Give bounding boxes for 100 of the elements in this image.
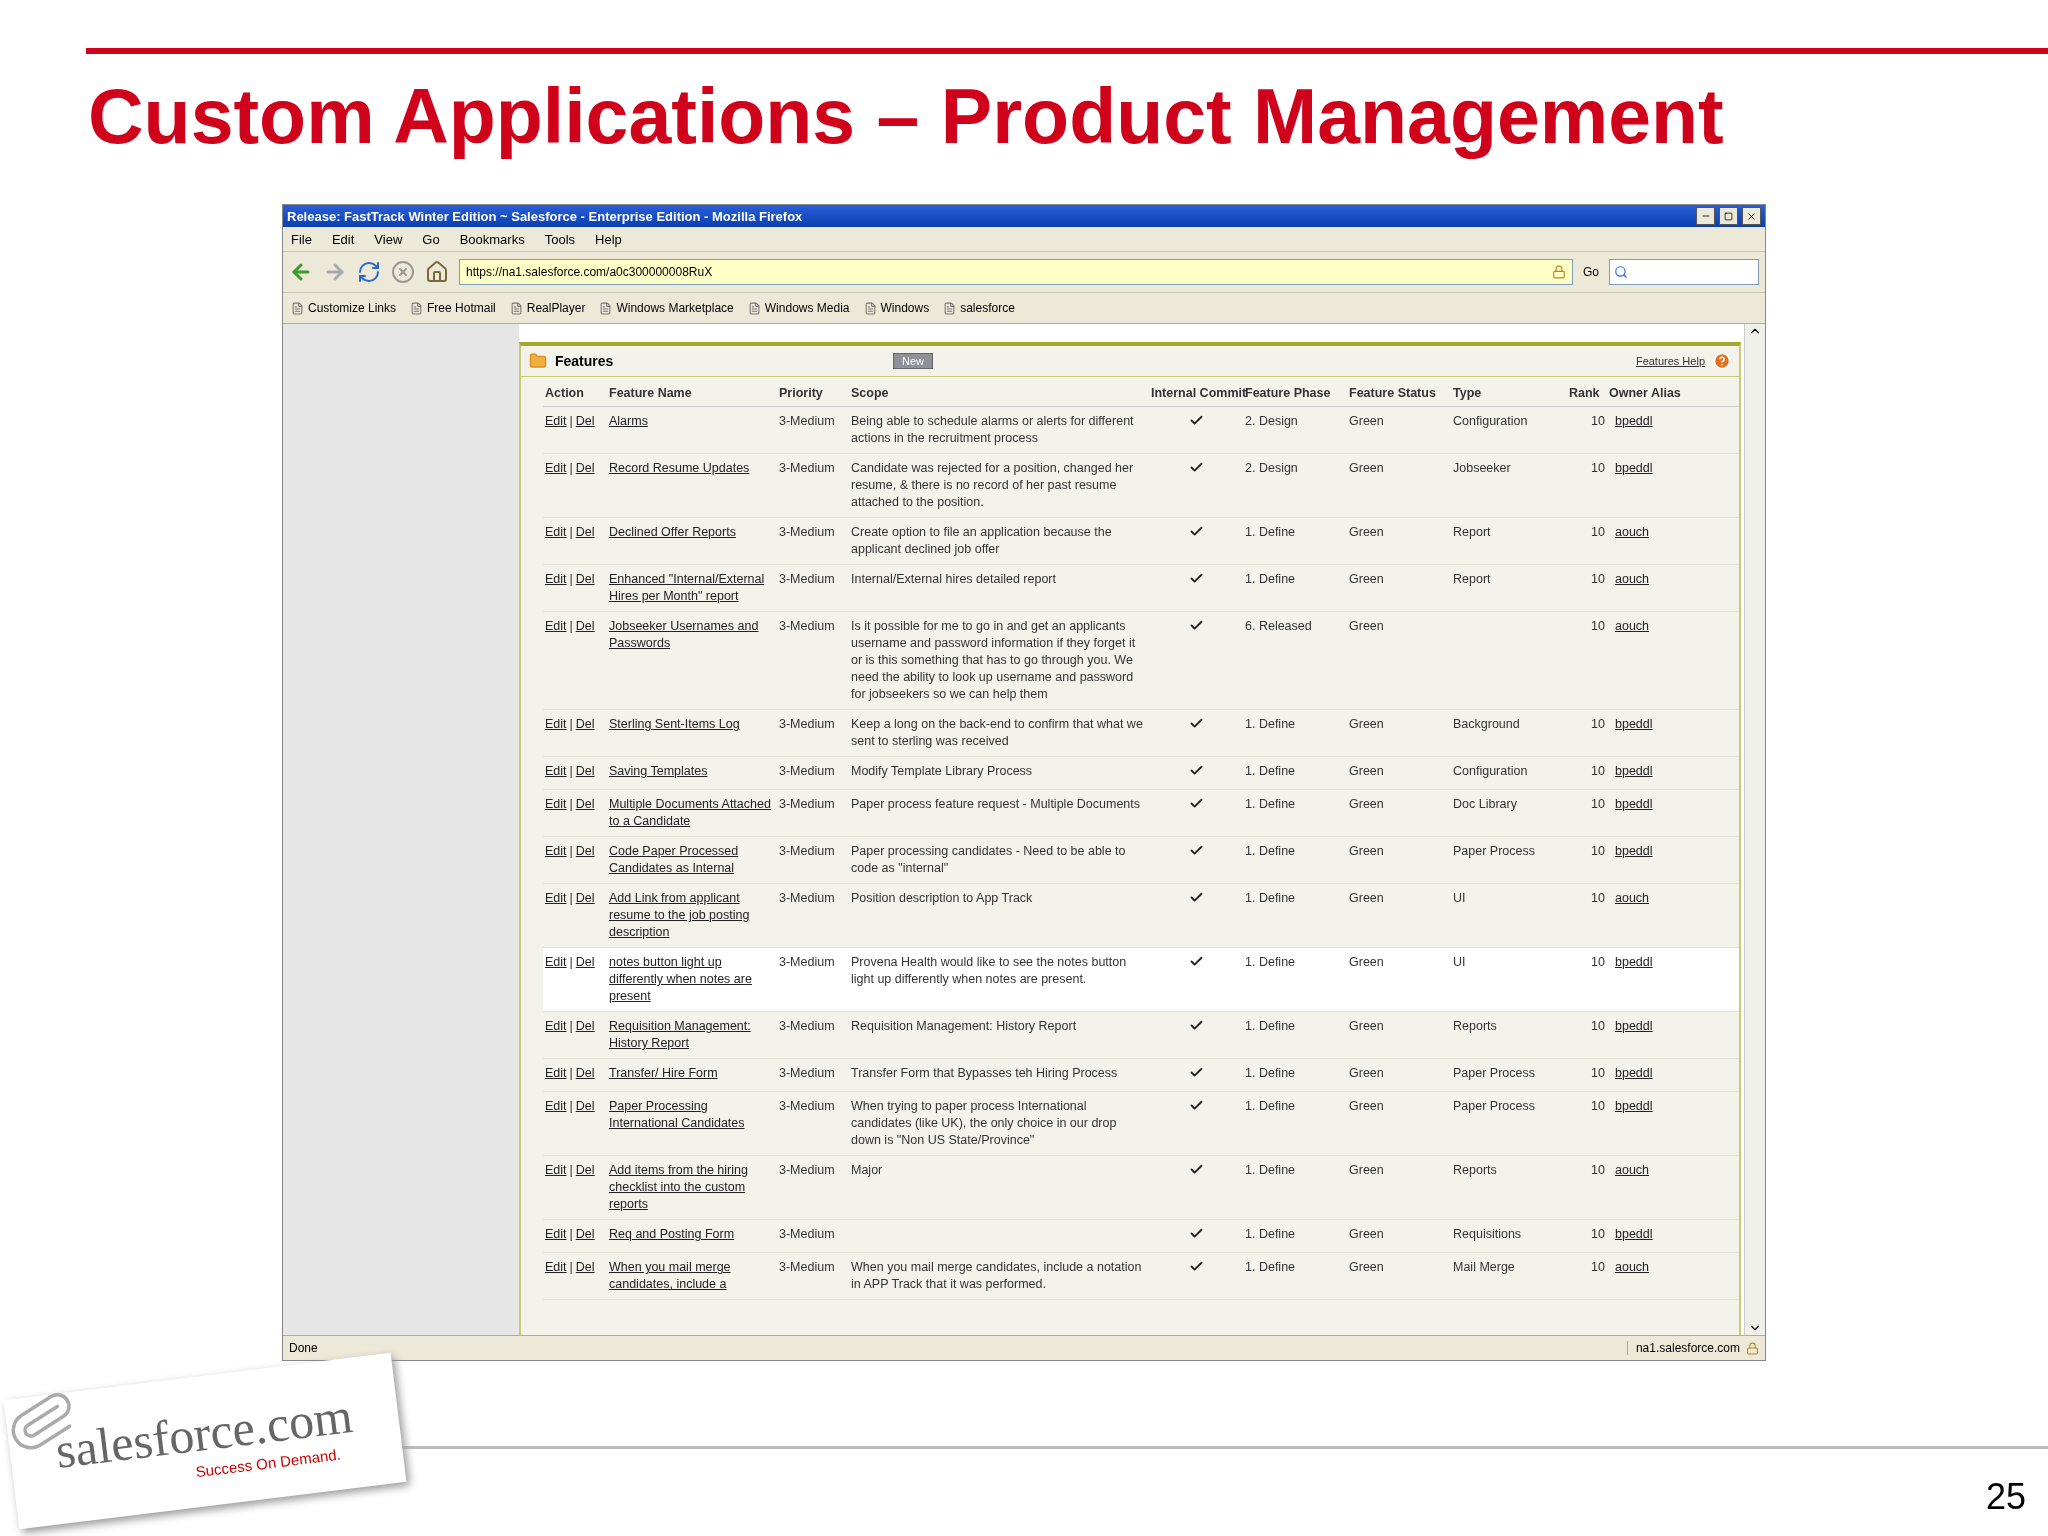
menu-item[interactable]: Go — [422, 231, 440, 247]
edit-link[interactable]: Edit — [545, 524, 567, 542]
delete-link[interactable]: Del — [575, 460, 595, 478]
home-icon[interactable] — [425, 260, 449, 285]
table-row[interactable]: Edit | Del Add Link from applicant resume to the job posting description 3-Medium Position description to App Track 1. Define Green UI 10 aouch — [543, 883, 1739, 948]
owner-link[interactable]: bpeddl — [1615, 413, 1653, 431]
feature-link[interactable]: Alarms — [609, 413, 648, 431]
table-row[interactable]: Edit | Del Code Paper Processed Candidates as Internal 3-Medium Paper processing candidates - Need to be able to code as "internal" 1. Define Green Paper Process 10 bpeddl — [543, 836, 1739, 884]
delete-link[interactable]: Del — [575, 571, 595, 589]
edit-link[interactable]: Edit — [545, 890, 567, 908]
feature-link[interactable]: notes button light up differently when notes are present — [609, 954, 775, 1006]
edit-link[interactable]: Edit — [545, 1098, 567, 1116]
feature-link[interactable]: Multiple Documents Attached to a Candidate — [609, 796, 775, 831]
edit-link[interactable]: Edit — [545, 571, 567, 589]
edit-link[interactable]: Edit — [545, 763, 567, 781]
reload-icon[interactable] — [357, 260, 381, 285]
owner-link[interactable]: bpeddl — [1615, 763, 1653, 781]
edit-link[interactable]: Edit — [545, 1259, 567, 1277]
edit-link[interactable]: Edit — [545, 1226, 567, 1244]
delete-link[interactable]: Del — [575, 716, 595, 734]
menu-item[interactable]: Tools — [544, 231, 576, 247]
owner-link[interactable]: bpeddl — [1615, 796, 1653, 814]
feature-link[interactable]: Sterling Sent-Items Log — [609, 716, 740, 734]
table-row[interactable]: Edit | Del notes button light up differently when notes are present 3-Medium Provena Health would like to see the notes button light up differently when notes are present. 1. Define Green UI 10 bpeddl — [543, 947, 1739, 1012]
delete-link[interactable]: Del — [575, 1162, 595, 1180]
owner-link[interactable]: bpeddl — [1615, 1018, 1653, 1036]
edit-link[interactable]: Edit — [545, 460, 567, 478]
help-icon[interactable] — [1713, 352, 1731, 371]
go-button[interactable]: Go — [1583, 265, 1599, 280]
bookmark-link[interactable]: Windows — [863, 301, 930, 316]
delete-link[interactable]: Del — [575, 843, 595, 861]
table-row[interactable]: Edit | Del Req and Posting Form 3-Medium 1. Define Green Requisitions 10 bpeddl — [543, 1219, 1739, 1253]
feature-link[interactable]: When you mail merge candidates, include a — [609, 1259, 775, 1294]
feature-link[interactable]: Requisition Management: History Report — [609, 1018, 775, 1053]
menu-item[interactable]: File — [291, 231, 312, 247]
owner-link[interactable]: bpeddl — [1615, 1098, 1653, 1116]
edit-link[interactable]: Edit — [545, 618, 567, 636]
minimize-button[interactable] — [1696, 207, 1715, 226]
table-row[interactable]: Edit | Del Declined Offer Reports 3-Medium Create option to file an application because the applicant declined job offer 1. Define Green Report 10 aouch — [543, 517, 1739, 565]
owner-link[interactable]: bpeddl — [1615, 843, 1653, 861]
table-row[interactable]: Edit | Del Requisition Management: History Report 3-Medium Requisition Management: History Report 1. Define Green Reports 10 bpeddl — [543, 1011, 1739, 1059]
column-header[interactable]: Rank — [1567, 377, 1607, 407]
menu-item[interactable]: View — [374, 231, 403, 247]
feature-link[interactable]: Add Link from applicant resume to the job posting description — [609, 890, 775, 942]
bookmark-link[interactable]: RealPlayer — [509, 301, 586, 316]
owner-link[interactable]: aouch — [1615, 890, 1650, 908]
menu-item[interactable]: Edit — [331, 231, 355, 247]
edit-link[interactable]: Edit — [545, 1065, 567, 1083]
owner-link[interactable]: bpeddl — [1615, 1065, 1653, 1083]
delete-link[interactable]: Del — [575, 1018, 595, 1036]
feature-link[interactable]: Jobseeker Usernames and Passwords — [609, 618, 775, 653]
column-header[interactable]: Feature Name — [607, 377, 777, 407]
search-field[interactable] — [1609, 259, 1759, 286]
menu-item[interactable]: Bookmarks — [459, 231, 525, 247]
column-header[interactable]: Feature Status — [1347, 377, 1451, 407]
bookmark-link[interactable]: Free Hotmail — [410, 301, 496, 316]
table-row[interactable]: Edit | Del Sterling Sent-Items Log 3-Medium Keep a long on the back-end to confirm that what we sent to sterling was received 1. Define Green Background 10 bpeddl — [543, 709, 1739, 757]
column-header[interactable]: Priority — [777, 377, 849, 407]
table-row[interactable]: Edit | Del Enhanced "Internal/External Hires per Month" report 3-Medium Internal/External hires detailed report 1. Define Green Report 10 aouch — [543, 564, 1739, 612]
feature-link[interactable]: Enhanced "Internal/External Hires per Month" report — [609, 571, 775, 606]
bookmark-link[interactable]: salesforce — [943, 301, 1015, 316]
feature-link[interactable]: Declined Offer Reports — [609, 524, 736, 542]
table-row[interactable]: Edit | Del Saving Templates 3-Medium Modify Template Library Process 1. Define Green Configuration 10 bpeddl — [543, 756, 1739, 790]
owner-link[interactable]: bpeddl — [1615, 1226, 1653, 1244]
owner-link[interactable]: bpeddl — [1615, 954, 1653, 972]
scrollbar[interactable] — [1744, 324, 1765, 1336]
maximize-button[interactable] — [1719, 207, 1738, 226]
delete-link[interactable]: Del — [575, 1259, 595, 1277]
delete-link[interactable]: Del — [575, 413, 595, 431]
delete-link[interactable]: Del — [575, 1065, 595, 1083]
delete-link[interactable]: Del — [575, 763, 595, 781]
edit-link[interactable]: Edit — [545, 716, 567, 734]
owner-link[interactable]: aouch — [1615, 571, 1650, 589]
column-header[interactable]: Scope — [849, 377, 1149, 407]
owner-link[interactable]: bpeddl — [1615, 460, 1653, 478]
edit-link[interactable]: Edit — [545, 796, 567, 814]
menu-item[interactable]: Help — [595, 231, 622, 247]
table-row[interactable]: Edit | Del Multiple Documents Attached to a Candidate 3-Medium Paper process feature request - Multiple Documents 1. Define Green Doc Library 10 bpeddl — [543, 789, 1739, 837]
feature-link[interactable]: Paper Processing International Candidates — [609, 1098, 775, 1133]
edit-link[interactable]: Edit — [545, 1162, 567, 1180]
delete-link[interactable]: Del — [575, 1098, 595, 1116]
column-header[interactable]: Owner Alias — [1607, 377, 1739, 407]
delete-link[interactable]: Del — [575, 954, 595, 972]
help-link[interactable]: Features Help — [1635, 355, 1705, 368]
column-header[interactable]: Type — [1451, 377, 1567, 407]
bookmark-link[interactable]: Windows Media — [747, 301, 850, 316]
column-header[interactable]: Action — [543, 377, 607, 407]
close-button[interactable] — [1742, 207, 1761, 226]
delete-link[interactable]: Del — [575, 524, 595, 542]
table-row[interactable]: Edit | Del Transfer/ Hire Form 3-Medium Transfer Form that Bypasses teh Hiring Process 1. Define Green Paper Process 10 bpeddl — [543, 1058, 1739, 1092]
address-field[interactable]: https://na1.salesforce.com/a0c300000008RuX — [459, 259, 1573, 286]
owner-link[interactable]: bpeddl — [1615, 716, 1653, 734]
feature-link[interactable]: Saving Templates — [609, 763, 708, 781]
feature-link[interactable]: Code Paper Processed Candidates as Internal — [609, 843, 775, 878]
feature-link[interactable]: Req and Posting Form — [609, 1226, 735, 1244]
feature-link[interactable]: Add items from the hiring checklist into the custom reports — [609, 1162, 775, 1214]
owner-link[interactable]: aouch — [1615, 1259, 1650, 1277]
table-row[interactable]: Edit | Del When you mail merge candidates, include a 3-Medium When you mail merge candidates, include a notation in APP Track that it was performed. 1. Define Green Mail Merge 10 aouch — [543, 1252, 1739, 1300]
table-row[interactable]: Edit | Del Alarms 3-Medium Being able to schedule alarms or alerts for different actions in the recruitment process 2. Design Green Configuration 10 bpeddl — [543, 406, 1739, 454]
bookmark-link[interactable]: Customize Links — [291, 301, 397, 316]
